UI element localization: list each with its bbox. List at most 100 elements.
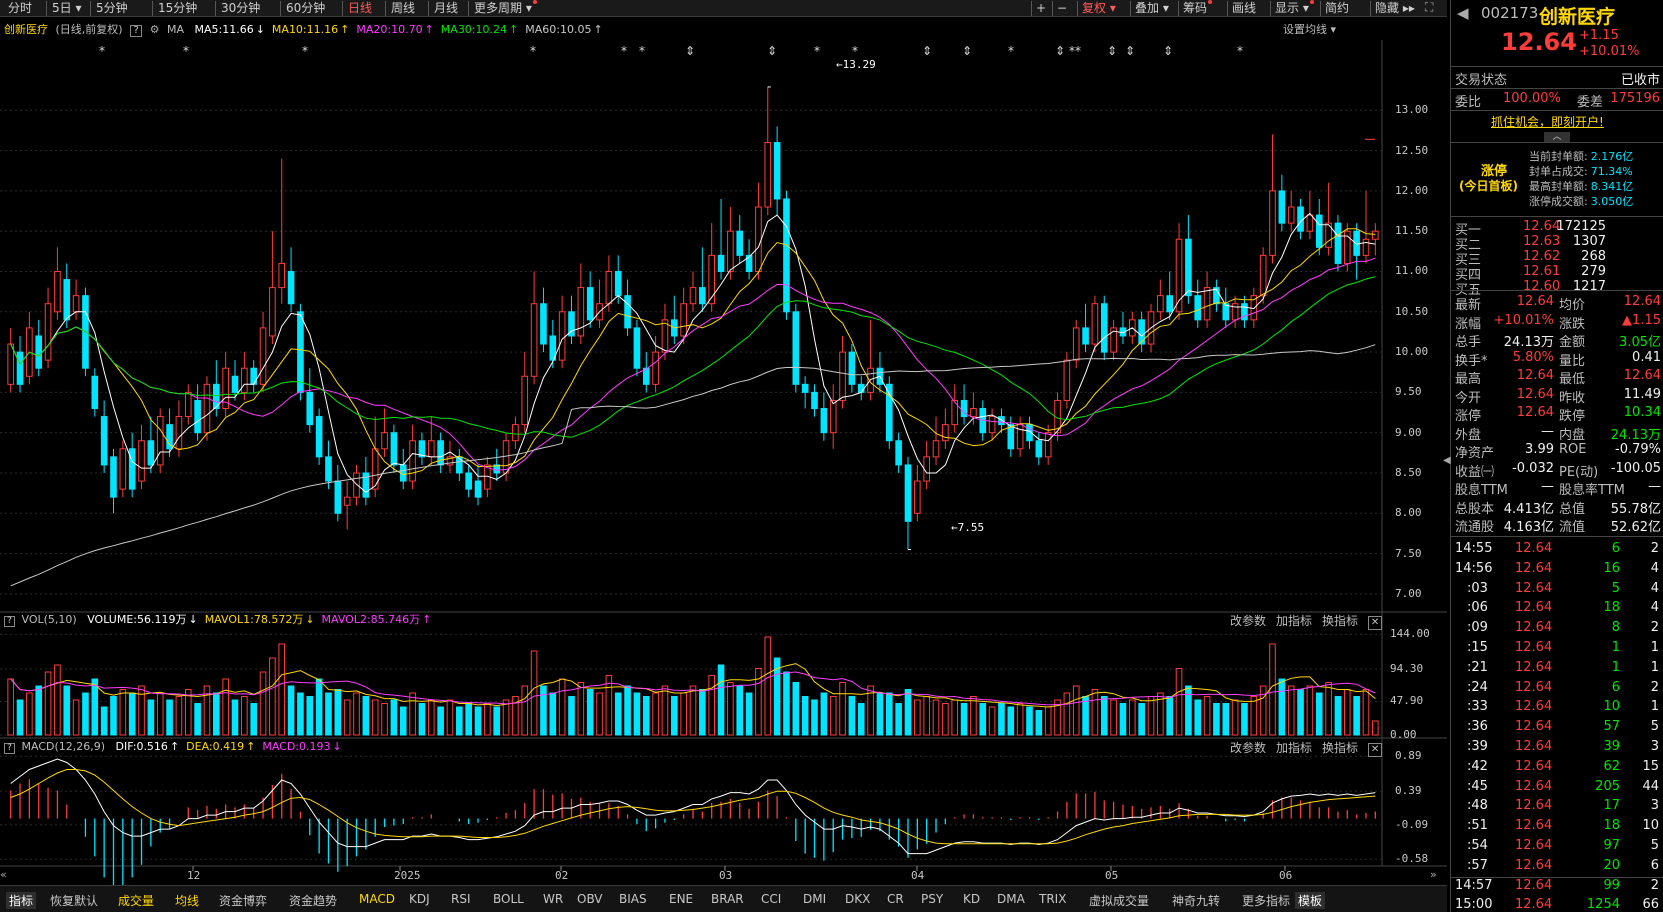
event-marker-icon[interactable]: ⇕ <box>685 44 695 58</box>
indicator-tab-25[interactable]: 更多指标 <box>1242 892 1290 909</box>
event-marker-icon[interactable]: * <box>621 44 627 58</box>
stat-label2-4: 最低 <box>1559 372 1586 387</box>
x-tick-5: 05 <box>1105 869 1119 882</box>
x-tick-2: 02 <box>555 869 569 882</box>
indicator-tab-2[interactable]: 成交量 <box>118 892 154 909</box>
macd-btn-2[interactable]: 换指标 <box>1322 741 1358 755</box>
stat-value-12: 4.163亿 <box>1503 520 1554 535</box>
indicator-tab-13[interactable]: ENE <box>669 892 693 906</box>
candle <box>932 416 940 465</box>
event-marker-icon[interactable]: * <box>183 44 189 58</box>
stat-value2-9: -100.05 <box>1610 460 1661 476</box>
tick-time-8: :33 <box>1467 699 1488 715</box>
indicator-tab-8[interactable]: RSI <box>451 892 471 906</box>
indicator-tab-7[interactable]: KDJ <box>409 892 430 906</box>
volume-bar <box>465 703 472 736</box>
tick-price-15: 12.64 <box>1515 838 1553 853</box>
event-marker-icon[interactable]: ⇕ <box>767 44 777 58</box>
event-marker-icon[interactable]: ⇕ <box>962 44 972 58</box>
volume-bar <box>820 692 828 736</box>
tick-time-9: :36 <box>1467 719 1488 735</box>
tick-time-16: :57 <box>1467 857 1488 873</box>
limit-stat-val: 8.341亿 <box>1590 180 1634 193</box>
volume-bar <box>1269 643 1276 736</box>
indicator-tab-9[interactable]: BOLL <box>493 892 524 906</box>
event-marker-icon[interactable]: ** <box>1069 44 1081 58</box>
indicator-tab-18[interactable]: CR <box>887 892 904 906</box>
open-account-link[interactable]: 抓住机会，即刻开户! <box>1491 113 1604 130</box>
volume-bar <box>783 671 790 736</box>
event-marker-icon[interactable]: * <box>814 44 820 58</box>
indicator-tab-22[interactable]: TRIX <box>1039 892 1066 906</box>
stat-label-7: 外盘 <box>1455 427 1482 443</box>
volume-bar <box>727 682 734 736</box>
event-marker-icon[interactable]: ⇕ <box>1055 44 1065 58</box>
indicator-tab-3[interactable]: 均线 <box>175 892 199 909</box>
volume-bar <box>241 696 248 736</box>
tick-count-15: 5 <box>1650 838 1659 853</box>
panel-toggle-icon[interactable]: ◀ <box>1443 455 1451 473</box>
indicator-tab-12[interactable]: BIAS <box>619 892 647 906</box>
indicator-tab-6[interactable]: MACD <box>359 892 395 906</box>
weicha-value: 175196 <box>1610 91 1660 106</box>
indicator-tab-17[interactable]: DKX <box>845 892 870 906</box>
event-marker-icon[interactable]: * <box>1237 44 1243 58</box>
event-marker-icon[interactable]: ⇕ <box>1125 44 1135 58</box>
candle <box>521 352 529 433</box>
indicator-tab-16[interactable]: DMI <box>803 892 826 906</box>
indicator-tab-24[interactable]: 神奇九转 <box>1172 892 1220 909</box>
event-marker-icon[interactable]: * <box>1008 44 1014 58</box>
indicator-tab-19[interactable]: PSY <box>921 892 943 906</box>
event-marker-icon[interactable]: ⇕ <box>1163 44 1173 58</box>
indicator-tab-15[interactable]: CCI <box>761 892 781 906</box>
tick-price-8: 12.64 <box>1515 699 1553 715</box>
volume-bar <box>1063 692 1071 736</box>
event-marker-icon[interactable]: * <box>302 44 308 58</box>
vol-btn-1[interactable]: 加指标 <box>1276 614 1312 628</box>
event-marker-icon[interactable]: ⇕ <box>922 44 932 58</box>
indicator-tab-1[interactable]: 恢复默认 <box>50 892 98 909</box>
indicator-tab-0[interactable]: 指标 <box>6 892 37 909</box>
tick-price-17: 12.64 <box>1515 877 1553 893</box>
vol-tick-1: 94.30 <box>1390 661 1424 675</box>
macd-btn-1[interactable]: 加指标 <box>1276 741 1312 755</box>
candle <box>456 448 463 482</box>
volume-bar <box>278 643 286 736</box>
macd-legend-arrow-1: ↑ <box>246 740 256 753</box>
volume-bar <box>932 699 940 736</box>
prev-stock-icon[interactable]: ◀ <box>1457 4 1469 22</box>
event-marker-icon[interactable]: * <box>639 44 645 58</box>
scroll-left-icon[interactable]: « <box>0 868 12 883</box>
event-marker-icon[interactable]: ⇕ <box>1107 44 1117 58</box>
candle <box>54 247 61 320</box>
event-marker-icon[interactable]: * <box>852 44 858 58</box>
x-tick-1: 2025 <box>394 869 421 882</box>
macd-help-icon[interactable]: ? <box>4 743 15 754</box>
event-marker-icon[interactable]: * <box>530 44 536 58</box>
indicator-tab-4[interactable]: 资金博弈 <box>219 892 267 909</box>
vol-help-icon[interactable]: ? <box>4 616 15 627</box>
vol-legend-arrow-1: ↓ <box>305 613 315 626</box>
indicator-tab-23[interactable]: 虚拟成交量 <box>1089 892 1149 909</box>
event-marker-icon[interactable]: * <box>99 44 105 58</box>
indicator-tab-10[interactable]: WR <box>543 892 563 906</box>
volume-bar <box>502 699 510 736</box>
macd-btn-0[interactable]: 改参数 <box>1230 741 1266 755</box>
indicator-tab-26[interactable]: 模板 <box>1295 892 1326 909</box>
indicator-tab-14[interactable]: BRAR <box>711 892 744 906</box>
vol-btn-2[interactable]: 换指标 <box>1322 614 1358 628</box>
vol-btn-0[interactable]: 改参数 <box>1230 614 1266 628</box>
indicator-tab-21[interactable]: DMA <box>997 892 1025 906</box>
tick-time-12: :45 <box>1467 778 1488 794</box>
collapse-icon[interactable]: ︿ <box>1544 132 1570 142</box>
limit-stat-val: 71.34% <box>1590 165 1633 178</box>
indicator-tab-11[interactable]: OBV <box>577 892 603 906</box>
weicha-label: 委差 <box>1577 95 1604 110</box>
candle <box>717 198 725 280</box>
indicator-tab-5[interactable]: 资金趋势 <box>289 892 337 909</box>
vol-close-icon[interactable]: ✕ <box>1368 616 1383 630</box>
scroll-right-icon[interactable]: » <box>1430 868 1444 883</box>
indicator-tab-20[interactable]: KD <box>963 892 980 906</box>
candle <box>764 86 772 216</box>
macd-close-icon[interactable]: ✕ <box>1368 743 1383 757</box>
